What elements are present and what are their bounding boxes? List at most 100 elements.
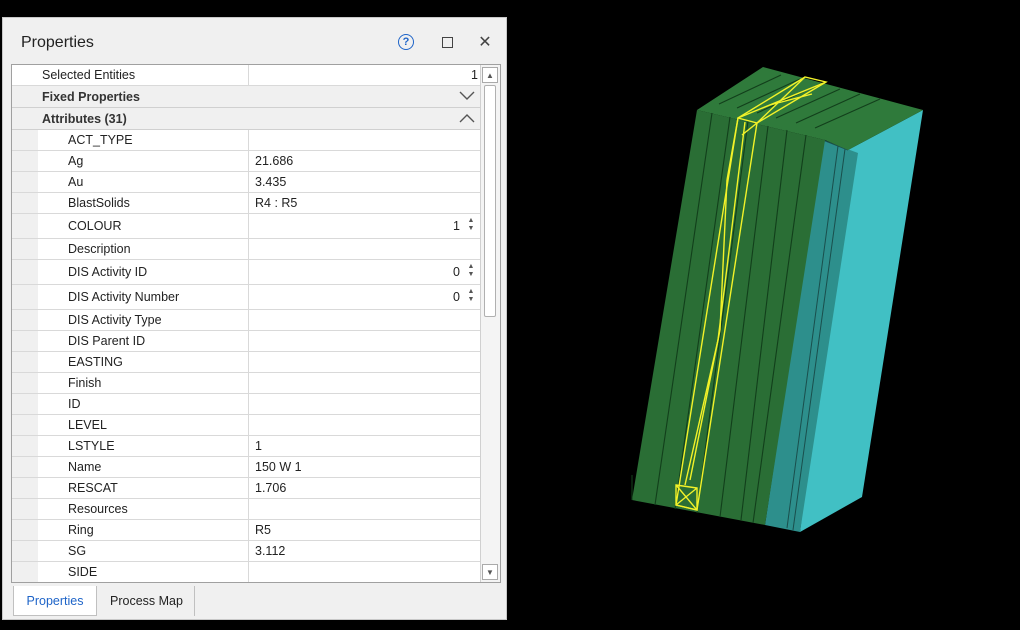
attribute-row[interactable]: Description [12,239,482,260]
attribute-name: Name [68,460,102,474]
attribute-value-cell[interactable] [248,394,482,414]
attribute-value: 21.686 [255,154,294,168]
attribute-name: SIDE [68,565,98,579]
attribute-value-cell[interactable]: 1 ▲ ▼ [248,214,482,238]
spinner-icon[interactable]: ▲ ▼ [466,263,476,281]
attribute-value-cell[interactable] [248,239,482,259]
attribute-value: R4 : R5 [255,196,298,210]
attribute-name: DIS Activity Number [68,290,180,304]
attribute-value-cell[interactable]: 0 ▲ ▼ [248,285,482,309]
attribute-row[interactable]: Name 150 W 1 [12,457,482,478]
help-icon: ? [398,34,414,50]
attribute-row[interactable]: ACT_TYPE [12,130,482,151]
attribute-row[interactable]: COLOUR 1 ▲ ▼ [12,214,482,239]
attribute-value-cell[interactable]: R5 [248,520,482,540]
3d-viewport[interactable] [510,0,1020,625]
row-indent [12,193,38,213]
attribute-row[interactable]: Ag 21.686 [12,151,482,172]
attribute-value-cell[interactable]: 0 ▲ ▼ [248,260,482,284]
attribute-row[interactable]: LSTYLE 1 [12,436,482,457]
attribute-row[interactable]: Resources [12,499,482,520]
vertical-scrollbar[interactable]: ▲ ▼ [480,65,500,582]
row-indent [12,499,38,519]
attribute-row[interactable]: RESCAT 1.706 [12,478,482,499]
attribute-value: 0 [453,265,460,279]
attribute-value-cell[interactable]: 1 [248,436,482,456]
help-button[interactable]: ? [396,32,416,52]
spinner-icon[interactable]: ▲ ▼ [466,217,476,235]
attribute-row[interactable]: Finish [12,373,482,394]
attribute-name: Description [68,242,131,256]
attribute-name: Resources [68,502,128,516]
row-indent [12,352,38,372]
attribute-value: 1.706 [255,481,287,495]
attribute-row[interactable]: SIDE [12,562,482,582]
attribute-value-cell[interactable]: 3.435 [248,172,482,192]
attribute-row[interactable]: SG 3.112 [12,541,482,562]
attribute-value-cell[interactable] [248,373,482,393]
block-model-view[interactable] [510,0,1020,625]
attribute-name: RESCAT [68,481,118,495]
maximize-button[interactable] [437,32,457,52]
attribute-row[interactable]: BlastSolids R4 : R5 [12,193,482,214]
attribute-value-cell[interactable] [248,310,482,330]
attribute-name: COLOUR [68,219,122,233]
attribute-value-cell[interactable]: 21.686 [248,151,482,171]
attribute-name: LEVEL [68,418,107,432]
row-indent [12,478,38,498]
attribute-value: 0 [453,290,460,304]
attribute-value-cell[interactable] [248,562,482,582]
attribute-name: EASTING [68,355,123,369]
attribute-row[interactable]: DIS Parent ID [12,331,482,352]
attribute-value-cell[interactable]: 150 W 1 [248,457,482,477]
attribute-value-cell[interactable] [248,352,482,372]
close-icon: ✕ [478,34,492,51]
attribute-value: R5 [255,523,271,537]
attribute-row[interactable]: Au 3.435 [12,172,482,193]
row-indent [12,436,38,456]
attribute-value: 3.112 [255,544,286,558]
property-rows: Selected Entities 1 Fixed Properties Att… [12,65,482,582]
panel-title: Properties [21,34,94,51]
attribute-row[interactable]: ID [12,394,482,415]
attribute-row[interactable]: DIS Activity Number 0 ▲ ▼ [12,285,482,310]
tab-properties[interactable]: Properties [13,586,97,616]
attribute-row[interactable]: EASTING [12,352,482,373]
scroll-thumb[interactable] [484,85,496,317]
attribute-row[interactable]: LEVEL [12,415,482,436]
attribute-name: ID [68,397,81,411]
chevron-up-icon[interactable] [458,110,476,126]
attribute-row[interactable]: DIS Activity Type [12,310,482,331]
properties-panel: Properties ? ✕ Selected Entities 1 Fixed… [2,17,507,620]
tab-process-map[interactable]: Process Map [99,586,195,616]
row-indent [12,214,38,238]
row-indent [12,394,38,414]
spinner-icon[interactable]: ▲ ▼ [466,288,476,306]
attribute-name: Finish [68,376,102,390]
selected-entities-value: 1 [471,68,478,82]
scroll-down-icon[interactable]: ▼ [482,564,498,580]
attribute-value-cell[interactable] [248,331,482,351]
attribute-name: Au [68,175,84,189]
attribute-value-cell[interactable]: 3.112 [248,541,482,561]
attribute-value-cell[interactable] [248,415,482,435]
close-button[interactable]: ✕ [475,32,495,52]
attribute-value-cell[interactable] [248,499,482,519]
row-indent [12,373,38,393]
attribute-name: LSTYLE [68,439,115,453]
attribute-name: DIS Activity Type [68,313,162,327]
attribute-value-cell[interactable]: R4 : R5 [248,193,482,213]
row-indent [12,285,38,309]
attribute-value: 3.435 [255,175,287,189]
scroll-up-icon[interactable]: ▲ [482,67,498,83]
attribute-row[interactable]: DIS Activity ID 0 ▲ ▼ [12,260,482,285]
chevron-down-icon[interactable] [458,88,476,104]
group-fixed-properties-label: Fixed Properties [42,89,140,104]
group-fixed-properties[interactable]: Fixed Properties [12,86,482,108]
attribute-value-cell[interactable] [248,130,482,150]
attribute-name: Ring [68,523,94,537]
property-grid: Selected Entities 1 Fixed Properties Att… [11,64,501,583]
group-attributes[interactable]: Attributes (31) [12,108,482,130]
attribute-row[interactable]: Ring R5 [12,520,482,541]
attribute-value-cell[interactable]: 1.706 [248,478,482,498]
